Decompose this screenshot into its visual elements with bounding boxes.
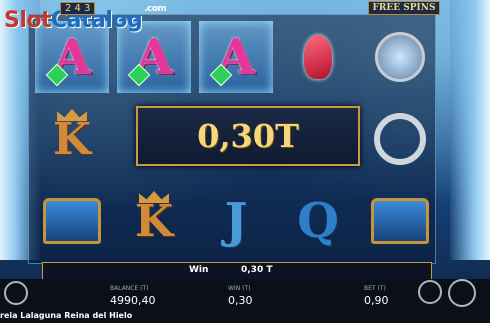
- diamond-ring-icon: [374, 113, 426, 165]
- win-amount: 0,30T: [197, 117, 299, 155]
- crown-icon: [139, 191, 169, 203]
- win-value: 0,30: [228, 294, 253, 307]
- bet-settings-icon[interactable]: [418, 280, 442, 304]
- free-spins-label: FREE SPINS: [368, 1, 440, 15]
- symbol-brooch: [363, 21, 437, 93]
- win-amount-banner: 0,30T: [136, 106, 360, 166]
- symbol-ring: [363, 103, 437, 175]
- symbol-a-frozen: A: [199, 21, 273, 93]
- treasure-chest-icon: [43, 198, 101, 244]
- game-background: A K A 9 K A J: [0, 0, 490, 323]
- symbol-chest: [363, 185, 437, 257]
- brooch-icon: [375, 32, 425, 82]
- speaker-icon[interactable]: [4, 281, 28, 305]
- bet-value: 0,90: [364, 294, 389, 307]
- ruby-icon: [304, 35, 332, 79]
- symbol-ruby: [281, 21, 355, 93]
- symbol-k: K: [35, 103, 109, 175]
- treasure-chest-icon: [371, 198, 429, 244]
- game-title: reia Lalaguna Reina del Hielo: [0, 311, 133, 320]
- spin-counter: 2 4 3: [60, 2, 96, 15]
- balance-value: 4990,40: [110, 294, 156, 307]
- symbol-j: J: [224, 193, 248, 249]
- ice-formation-right: [450, 0, 490, 260]
- symbol-q: Q: [297, 193, 339, 249]
- spin-button[interactable]: [448, 279, 476, 307]
- symbol-chest: [35, 185, 109, 257]
- crown-icon: [57, 109, 87, 121]
- symbol-k: K: [117, 185, 191, 257]
- win-bar: Win 0,30 T: [42, 262, 432, 280]
